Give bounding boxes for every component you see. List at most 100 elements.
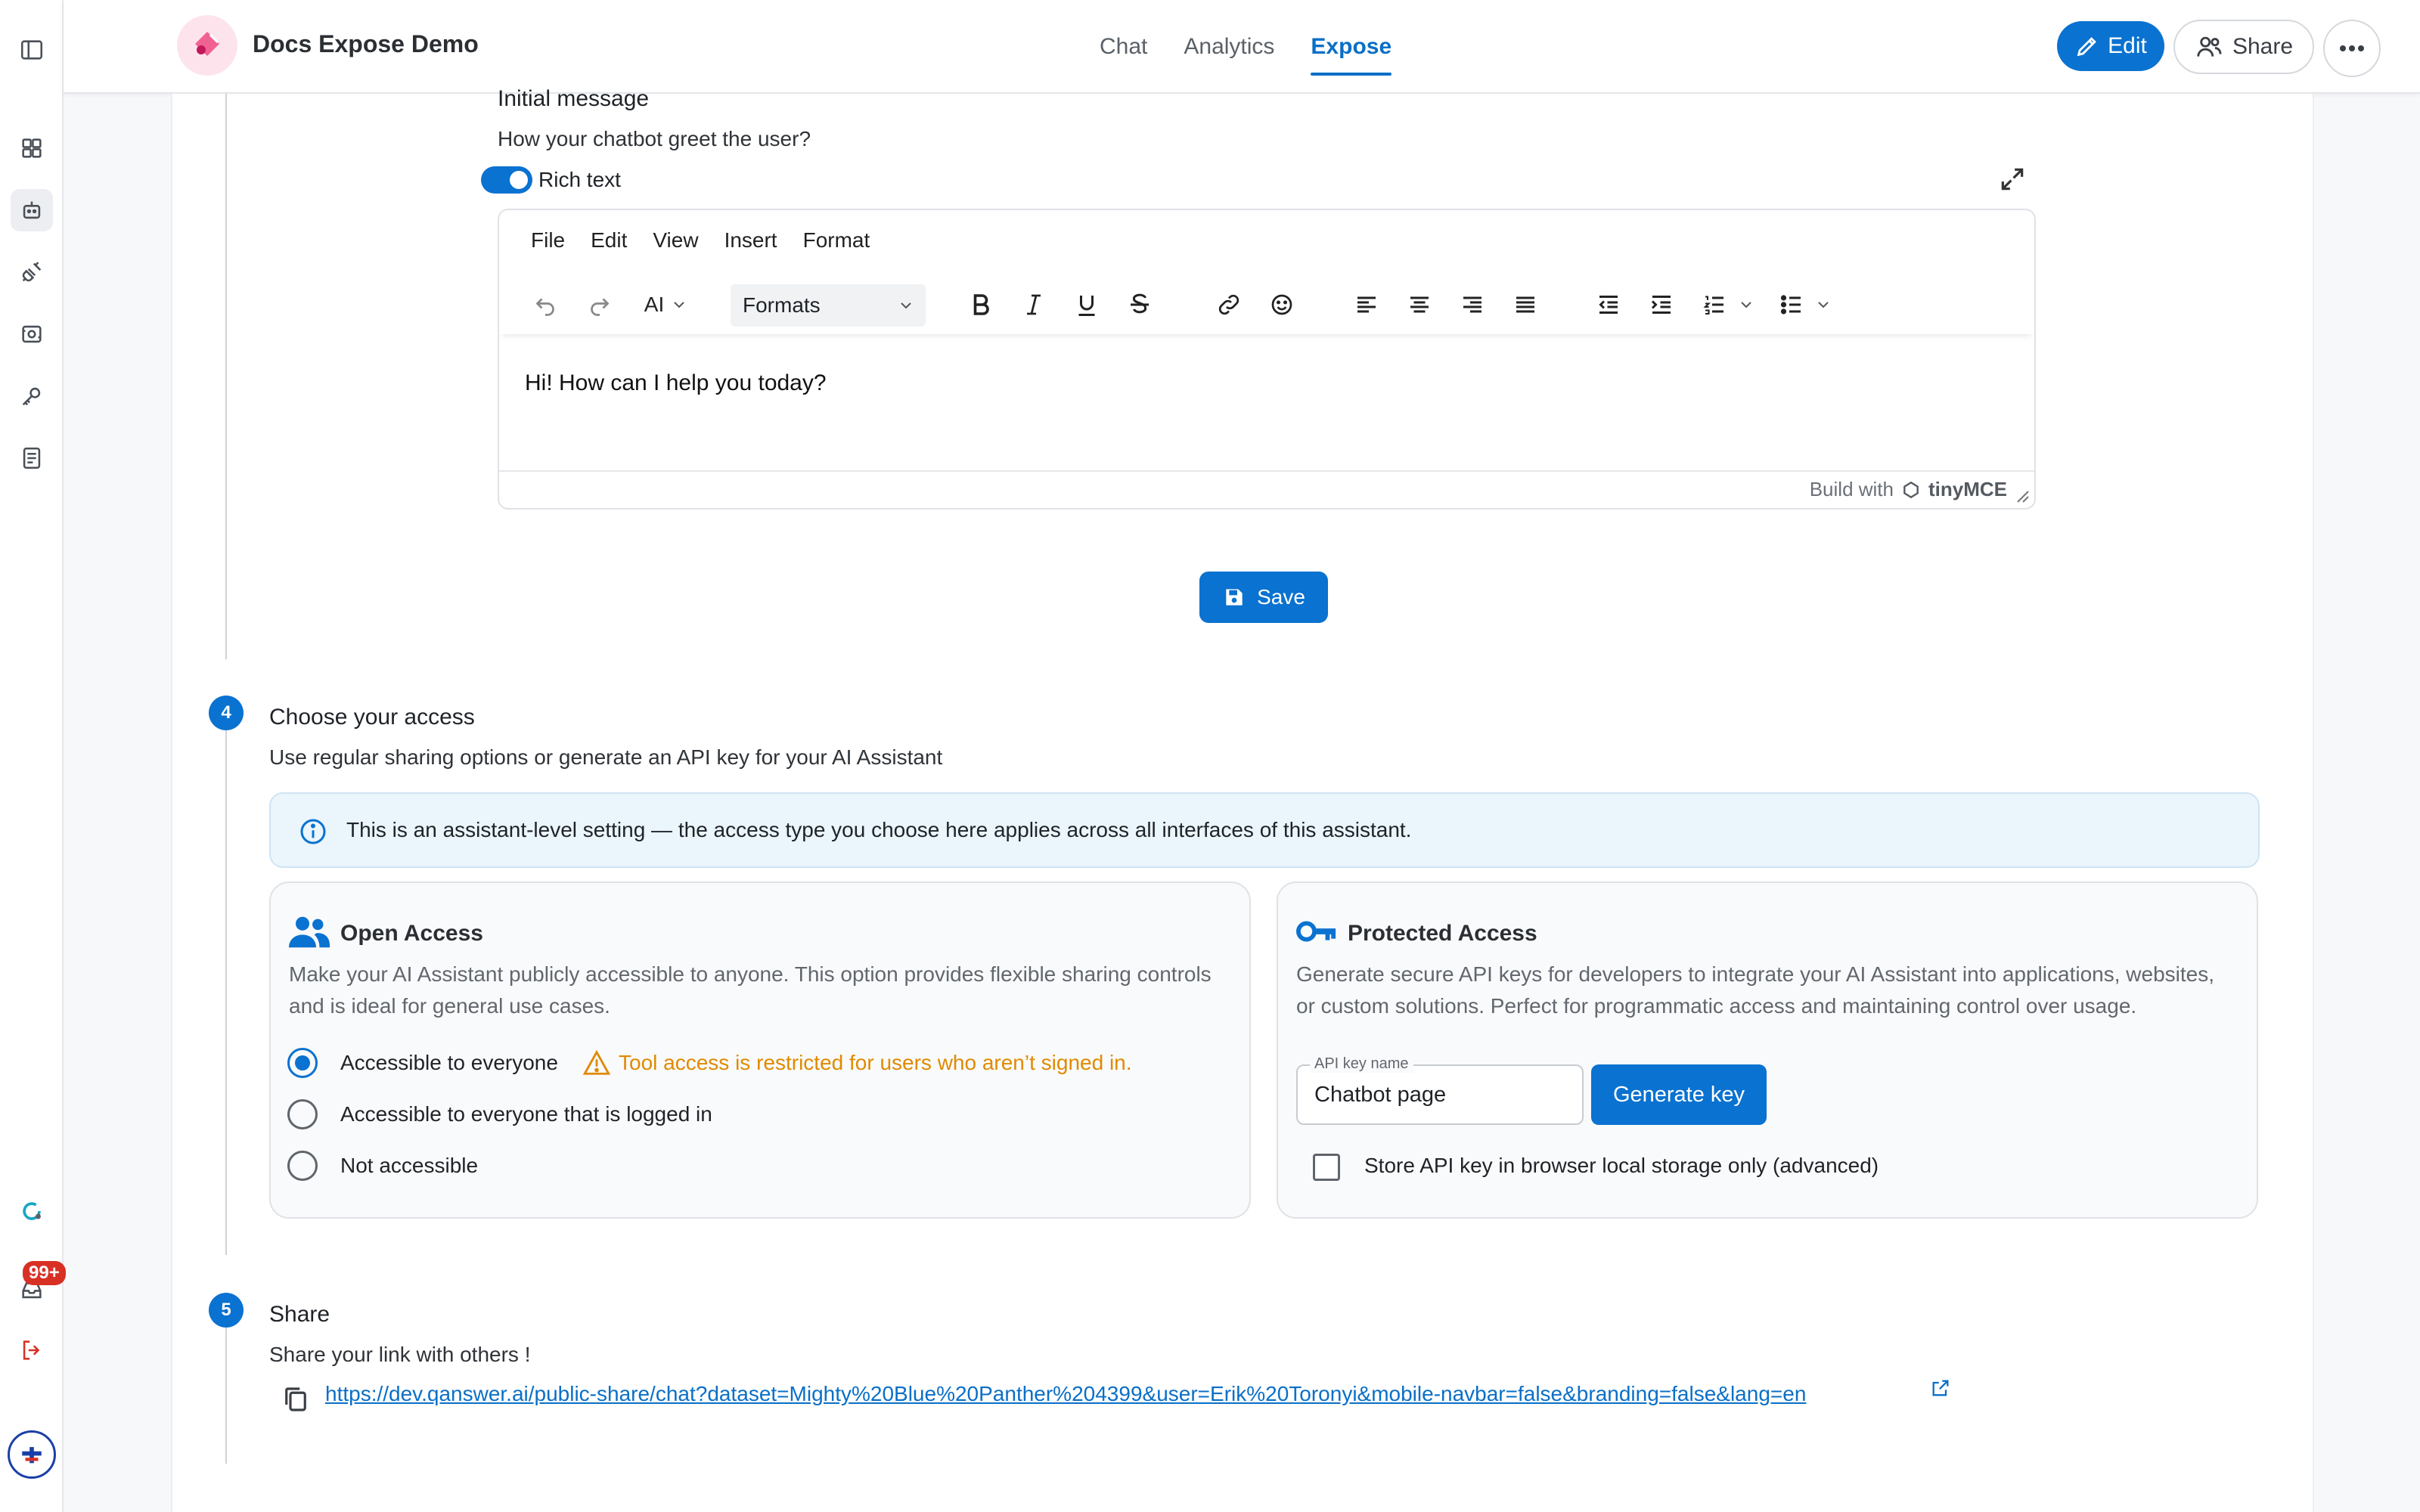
- info-banner: This is an assistant-level setting — the…: [269, 792, 2260, 868]
- access-title: Choose your access: [269, 705, 475, 730]
- rich-text-toggle[interactable]: [481, 166, 532, 194]
- menu-format[interactable]: Format: [790, 228, 883, 253]
- align-left-icon[interactable]: [1348, 286, 1385, 324]
- align-justify-icon[interactable]: [1506, 286, 1544, 324]
- api-key-name-label: API key name: [1310, 1055, 1413, 1073]
- bullet-list-icon[interactable]: [1773, 286, 1810, 324]
- dashboard-icon[interactable]: [11, 127, 53, 169]
- italic-icon[interactable]: [1015, 286, 1053, 324]
- copy-icon[interactable]: [280, 1383, 312, 1419]
- document-icon[interactable]: [11, 437, 53, 479]
- info-banner-text: This is an assistant-level setting — the…: [346, 818, 1412, 841]
- more-dots-icon: [2340, 45, 2364, 51]
- plug-icon[interactable]: [11, 251, 53, 293]
- save-button[interactable]: Save: [1199, 572, 1328, 623]
- redo-icon[interactable]: [581, 286, 619, 324]
- key-icon: [1296, 921, 1336, 942]
- expand-icon[interactable]: [1998, 165, 2027, 197]
- open-access-description: Make your AI Assistant publicly accessib…: [289, 962, 1212, 1018]
- formats-dropdown[interactable]: Formats: [731, 284, 926, 327]
- align-right-icon[interactable]: [1454, 286, 1491, 324]
- initial-message-title: Initial message: [498, 86, 650, 111]
- support-icon[interactable]: [11, 1190, 53, 1232]
- media-icon[interactable]: [11, 313, 53, 355]
- resize-handle-icon[interactable]: [2015, 488, 2030, 503]
- indent-icon[interactable]: [1643, 286, 1680, 324]
- store-api-key-checkbox[interactable]: [1313, 1154, 1340, 1181]
- menu-edit[interactable]: Edit: [578, 228, 640, 253]
- editor-toolbar: AI Formats: [499, 277, 2034, 334]
- radio-label-accessible-everyone: Accessible to everyone: [340, 1051, 558, 1074]
- chevron-down-icon[interactable]: [1812, 286, 1835, 324]
- menu-insert[interactable]: Insert: [712, 228, 790, 253]
- radio-accessible-logged-in[interactable]: [287, 1099, 318, 1129]
- initial-message-subtitle: How your chatbot greet the user?: [498, 127, 811, 150]
- access-subtitle: Use regular sharing options or generate …: [269, 745, 943, 769]
- more-options-button[interactable]: [2323, 20, 2381, 77]
- pencil-icon: [2077, 37, 2097, 57]
- strikethrough-icon[interactable]: [1121, 286, 1159, 324]
- top-header: Docs Expose Demo Chat Analytics Expose E…: [64, 0, 2420, 94]
- share-link[interactable]: https://dev.qanswer.ai/public-share/chat…: [325, 1382, 1806, 1406]
- tinymce-logo-icon: [1903, 481, 1919, 498]
- tinymce-brand: tinyMCE: [1928, 478, 2007, 500]
- radio-accessible-everyone[interactable]: [287, 1048, 318, 1078]
- tool-access-warning: Tool access is restricted for users who …: [582, 1049, 1132, 1077]
- outdent-icon[interactable]: [1590, 286, 1627, 324]
- warning-icon: [582, 1049, 611, 1075]
- external-link-icon[interactable]: [1930, 1377, 1951, 1402]
- edit-button-label: Edit: [2108, 33, 2147, 58]
- save-button-label: Save: [1257, 585, 1305, 609]
- menu-view[interactable]: View: [640, 228, 711, 253]
- store-api-key-label: Store API key in browser local storage o…: [1364, 1154, 1879, 1177]
- chevron-down-icon: [674, 302, 684, 308]
- align-center-icon[interactable]: [1401, 286, 1438, 324]
- generate-key-button[interactable]: Generate key: [1591, 1064, 1767, 1125]
- share-button[interactable]: Share: [2173, 20, 2314, 74]
- tab-analytics[interactable]: Analytics: [1165, 0, 1292, 94]
- edit-button[interactable]: Edit: [2057, 21, 2164, 71]
- protected-access-card: Protected Access Generate secure API key…: [1277, 881, 2258, 1219]
- open-access-card: Open Access Make your AI Assistant publi…: [269, 881, 1251, 1219]
- editor-statusbar: Build with tinyMCE: [499, 470, 2034, 508]
- emoji-icon[interactable]: [1263, 286, 1301, 324]
- chevron-down-icon[interactable]: [1735, 286, 1758, 324]
- undo-icon[interactable]: [526, 286, 564, 324]
- step-line-5: [225, 1328, 227, 1464]
- radio-not-accessible[interactable]: [287, 1151, 318, 1181]
- radio-label-not-accessible: Not accessible: [340, 1154, 479, 1177]
- warning-text: Tool access is restricted for users who …: [619, 1051, 1132, 1074]
- api-key-name-value: Chatbot page: [1314, 1083, 1447, 1107]
- radio-label-accessible-logged-in: Accessible to everyone that is logged in: [340, 1102, 712, 1126]
- step-line-3: [225, 94, 227, 659]
- sidebar-toggle-icon[interactable]: [11, 29, 53, 71]
- editor-menubar: File Edit View Insert Format: [499, 228, 883, 253]
- underline-icon[interactable]: [1068, 286, 1106, 324]
- people-icon: [289, 916, 330, 948]
- avatar-icon[interactable]: [8, 1430, 56, 1479]
- app-logo: [177, 15, 237, 76]
- formats-label: Formats: [743, 293, 821, 317]
- step-line-4: [225, 730, 227, 1255]
- link-icon[interactable]: [1210, 286, 1248, 324]
- logout-icon[interactable]: [11, 1329, 53, 1371]
- editor-content[interactable]: Hi! How can I help you today?: [525, 370, 827, 396]
- share-title: Share: [269, 1302, 330, 1327]
- menu-file[interactable]: File: [499, 228, 578, 253]
- api-key-name-field[interactable]: API key name Chatbot page: [1296, 1055, 1584, 1125]
- tab-expose[interactable]: Expose: [1292, 0, 1410, 94]
- protected-access-description: Generate secure API keys for developers …: [1296, 962, 2214, 1018]
- tab-chat[interactable]: Chat: [1081, 0, 1165, 94]
- key-icon[interactable]: [11, 375, 53, 417]
- info-icon: [300, 819, 326, 844]
- users-icon: [2197, 36, 2222, 57]
- robot-icon[interactable]: [11, 189, 53, 231]
- protected-access-title: Protected Access: [1348, 921, 1537, 946]
- bold-icon[interactable]: [962, 286, 1000, 324]
- chevron-down-icon: [901, 302, 911, 309]
- share-button-label: Share: [2232, 34, 2294, 59]
- numbered-list-icon[interactable]: [1696, 286, 1733, 324]
- rich-text-label: Rich text: [538, 168, 621, 191]
- ai-dropdown[interactable]: AI: [632, 286, 700, 324]
- step-number-5: 5: [209, 1293, 244, 1328]
